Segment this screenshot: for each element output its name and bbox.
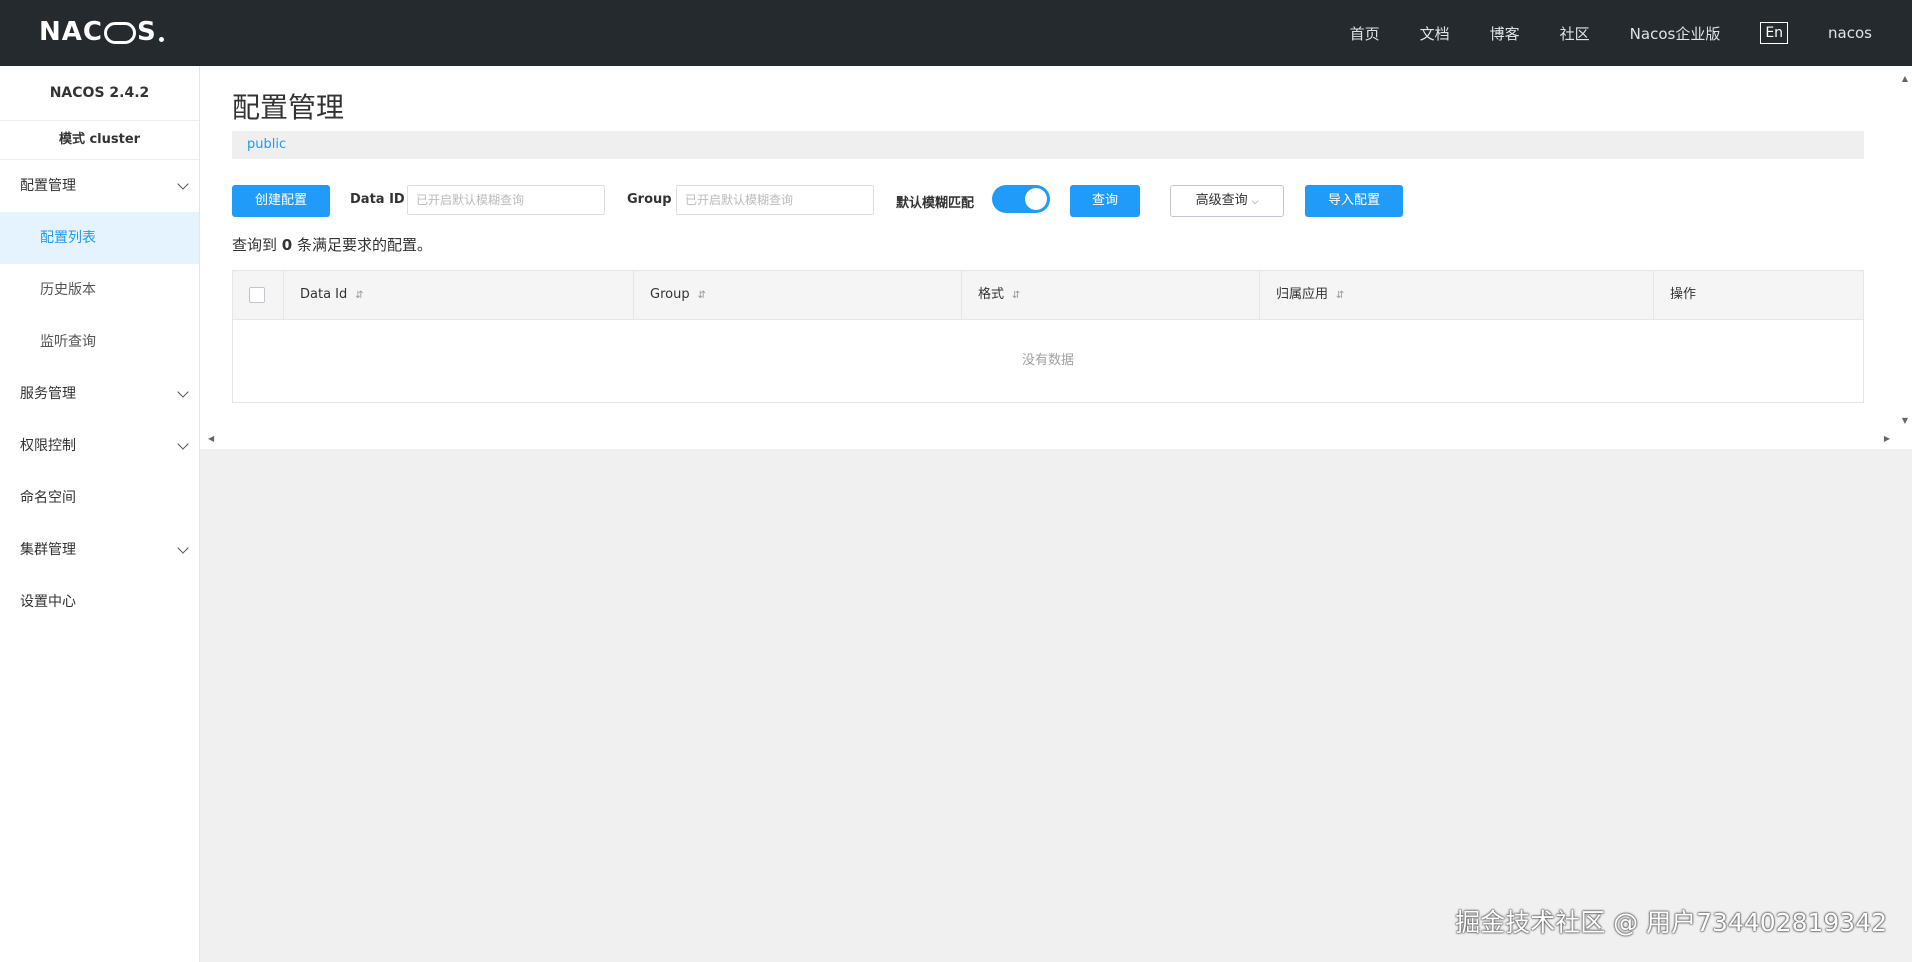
nav-docs[interactable]: 文档 (1420, 23, 1450, 44)
group-label: Group (627, 192, 672, 207)
chevron-down-icon (177, 386, 189, 398)
toggle-knob (1025, 188, 1047, 210)
column-actions: 操作 (1653, 271, 1863, 319)
sidebar: NACOS 2.4.2 模式 cluster 配置管理 配置列表 历史版本 监听… (0, 66, 200, 962)
top-nav: 首页 文档 博客 社区 Nacos企业版 En nacos (1310, 0, 1872, 66)
sidebar-item-config-list[interactable]: 配置列表 (0, 212, 199, 264)
table-header: Data Id ⇵ Group ⇵ 格式 ⇵ 归属应用 ⇵ 操作 (233, 271, 1863, 320)
group-input[interactable]: 已开启默认模糊查询 (676, 185, 874, 215)
sidebar-item-label: 集群管理 (20, 542, 76, 558)
column-label: Data Id (300, 287, 348, 302)
logo-dot (158, 37, 164, 42)
column-app[interactable]: 归属应用 ⇵ (1259, 271, 1653, 319)
namespace-public[interactable]: public (247, 137, 286, 152)
nav-blog[interactable]: 博客 (1490, 23, 1520, 44)
scroll-down-arrow-icon[interactable]: ▼ (1902, 416, 1908, 425)
sidebar-item-listener-query[interactable]: 监听查询 (0, 316, 199, 368)
user-menu[interactable]: nacos (1828, 24, 1872, 42)
dataid-input[interactable]: 已开启默认模糊查询 (407, 185, 605, 215)
logo-text-c: C (82, 17, 103, 47)
top-navbar: NA C S 首页 文档 博客 社区 Nacos企业版 En nacos (0, 0, 1912, 66)
select-all-checkbox[interactable] (249, 287, 265, 303)
result-suffix: 条满足要求的配置。 (297, 236, 433, 254)
sidebar-item-config-management[interactable]: 配置管理 (0, 160, 199, 212)
column-label: 操作 (1670, 287, 1697, 302)
fuzzy-match-label: 默认模糊匹配 (896, 196, 975, 211)
main-content: 配置管理 public 创建配置 Data ID 已开启默认模糊查询 Group… (200, 66, 1912, 449)
empty-state: 没有数据 (1021, 353, 1074, 368)
dataid-label: Data ID (350, 192, 405, 207)
nav-community[interactable]: 社区 (1560, 23, 1590, 44)
column-label: 归属应用 (1276, 287, 1329, 302)
nav-home[interactable]: 首页 (1350, 23, 1380, 44)
sidebar-item-access-control[interactable]: 权限控制 (0, 420, 199, 472)
result-count: 0 (281, 236, 293, 254)
mode-label: 模式 cluster (0, 121, 199, 160)
sidebar-item-label: 设置中心 (20, 594, 76, 610)
logo-text-na: NA (39, 17, 83, 47)
chevron-down-icon (177, 438, 189, 450)
sidebar-item-label: 配置管理 (20, 178, 76, 194)
advanced-query-label: 高级查询 (1195, 193, 1248, 208)
sort-icon[interactable]: ⇵ (698, 290, 706, 301)
chevron-down-icon: ⌵ (1251, 197, 1259, 207)
query-button[interactable]: 查询 (1070, 185, 1140, 217)
fuzzy-match-toggle[interactable] (992, 185, 1050, 213)
result-prefix: 查询到 (232, 236, 278, 254)
column-label: Group (650, 287, 690, 302)
watermark: 掘金技术社区 @ 用户734402819342 (1455, 908, 1887, 937)
version-label: NACOS 2.4.2 (0, 66, 199, 121)
result-summary: 查询到 0 条满足要求的配置。 (232, 234, 432, 255)
sidebar-item-history[interactable]: 历史版本 (0, 264, 199, 316)
sidebar-item-cluster-management[interactable]: 集群管理 (0, 524, 199, 576)
column-format[interactable]: 格式 ⇵ (961, 271, 1259, 319)
create-config-button[interactable]: 创建配置 (232, 185, 330, 217)
language-switch[interactable]: En (1760, 22, 1789, 44)
sort-icon[interactable]: ⇵ (1012, 290, 1020, 301)
sort-icon[interactable]: ⇵ (355, 290, 363, 301)
page-title: 配置管理 (232, 91, 345, 124)
chevron-down-icon (177, 542, 189, 554)
sort-icon[interactable]: ⇵ (1336, 290, 1344, 301)
sidebar-item-label: 权限控制 (20, 438, 76, 454)
sidebar-item-namespace[interactable]: 命名空间 (0, 472, 199, 524)
column-label: 格式 (978, 287, 1005, 302)
sidebar-item-service-management[interactable]: 服务管理 (0, 368, 199, 420)
nav-enterprise[interactable]: Nacos企业版 (1630, 23, 1721, 44)
advanced-query-button[interactable]: 高级查询 ⌵ (1170, 185, 1284, 217)
sidebar-item-label: 命名空间 (20, 490, 76, 506)
scroll-up-arrow-icon[interactable]: ▲ (1902, 74, 1908, 83)
config-table: Data Id ⇵ Group ⇵ 格式 ⇵ 归属应用 ⇵ 操作 没有数据 (232, 270, 1864, 403)
nacos-logo[interactable]: NA C S (39, 14, 164, 50)
import-config-button[interactable]: 导入配置 (1305, 185, 1403, 217)
sidebar-item-label: 服务管理 (20, 386, 76, 402)
column-data-id[interactable]: Data Id ⇵ (283, 271, 633, 319)
scroll-left-arrow-icon[interactable]: ◀ (208, 434, 214, 443)
sidebar-item-settings[interactable]: 设置中心 (0, 576, 199, 628)
scroll-right-arrow-icon[interactable]: ▶ (1884, 434, 1890, 443)
logo-infinity-icon (103, 22, 136, 44)
column-group[interactable]: Group ⇵ (633, 271, 961, 319)
chevron-down-icon (177, 178, 189, 190)
namespace-bar: public (232, 131, 1864, 159)
logo-text-s: S (136, 17, 157, 47)
